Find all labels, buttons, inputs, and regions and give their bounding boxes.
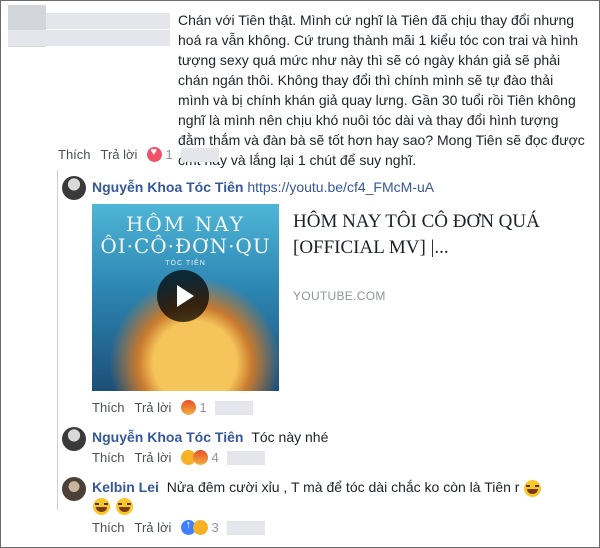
thumbnail-artist: TÓC TIÊN [165,260,206,267]
timestamp-redacted [180,147,219,162]
reply-actions: Thích Trả lời 4 [92,450,265,465]
laughing-emoji-icon [524,479,542,497]
video-thumbnail[interactable]: HÔM NAY ÔI·CÔ·ĐƠN·QU TÓC TIÊN [92,204,279,391]
like-link[interactable]: Thích [58,147,91,162]
reply-thread-line [57,170,58,510]
angry-reaction-icon[interactable] [181,400,197,415]
reply-link[interactable]: Trả lời [135,400,172,415]
reaction-count[interactable]: 1 [165,147,172,162]
like-link[interactable]: Thích [92,520,125,535]
like-link[interactable]: Thích [92,450,125,465]
reply-body: Nguyễn Khoa Tóc Tiên Tóc này nhé [92,429,328,445]
author-name-redacted-2 [8,30,170,46]
laughing-emoji-icon [115,497,133,515]
timestamp-redacted [226,450,265,465]
play-icon[interactable] [157,270,209,322]
reply-body: Kelbin Lei Nửa đêm cười xỉu , T mà để tó… [92,479,542,497]
timestamp-redacted [214,400,253,415]
avatar[interactable] [62,477,86,501]
link-card-title[interactable]: HÔM NAY TÔI CÔ ĐƠN QUÁ [OFFICIAL MV] |..… [293,209,543,261]
link-card-domain: YOUTUBE.COM [293,289,386,303]
reply-actions: Thích Trả lời 1 [92,400,253,415]
author-name[interactable]: Nguyễn Khoa Tóc Tiên [92,429,243,445]
author-name[interactable]: Kelbin Lei [92,479,159,495]
comment-actions: Thích Trả lời 1 [58,146,219,162]
reaction-count[interactable]: 1 [199,400,206,415]
reply-link[interactable]: Trả lời [135,450,172,465]
avatar[interactable] [62,176,86,200]
reply-link[interactable]: Trả lời [135,520,172,535]
comment-text: Chán với Tiên thật. Mình cứ nghĩ là Tiên… [178,12,585,168]
timestamp-redacted [226,520,265,535]
avatar[interactable] [62,427,86,451]
youtube-link[interactable]: https://youtu.be/cf4_FMcM-uA [247,179,434,195]
angry-reaction-icon[interactable] [193,450,209,465]
laughing-emoji-icon [93,497,110,515]
reply-emoji-line [92,497,134,515]
author-name-redacted [46,13,170,29]
reply-header: Nguyễn Khoa Tóc Tiên https://youtu.be/cf… [92,179,434,195]
reply-text: Tóc này nhé [251,429,329,445]
reply-text: Nửa đêm cười xỉu , T mà để tóc dài chắc … [166,479,520,495]
thumbnail-title-line-2: ÔI·CÔ·ĐƠN·QU [100,234,271,258]
heart-reaction-icon[interactable] [147,146,163,162]
thumbnail-title-line-1: HÔM NAY [125,212,245,236]
like-link[interactable]: Thích [92,400,125,415]
reply-actions: Thích Trả lời 3 [92,519,265,535]
author-name[interactable]: Nguyễn Khoa Tóc Tiên [92,179,243,195]
haha-reaction-icon[interactable] [193,520,209,535]
reaction-count[interactable]: 4 [211,450,218,465]
reply-link[interactable]: Trả lời [101,147,138,162]
reaction-count[interactable]: 3 [211,520,218,535]
